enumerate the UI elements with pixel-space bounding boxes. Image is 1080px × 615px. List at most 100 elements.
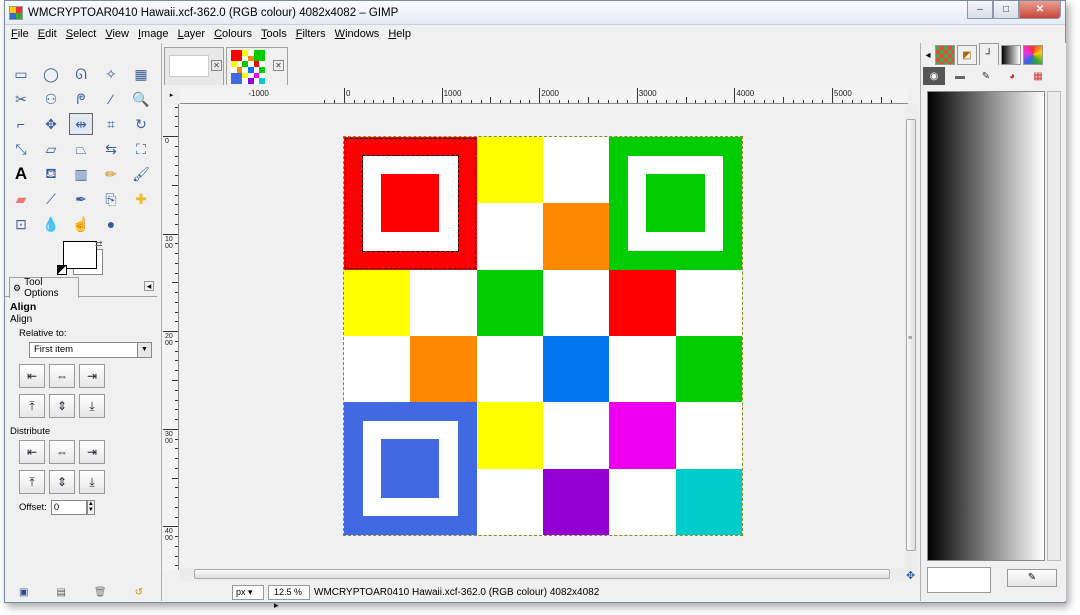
- close-tab-icon[interactable]: ✕: [211, 60, 222, 71]
- menu-windows[interactable]: Windows: [335, 28, 380, 40]
- tab-tool-options[interactable]: ⚙ Tool Options: [9, 277, 79, 299]
- align-top-edge-button[interactable]: ⤒: [19, 394, 45, 418]
- navigate-icon[interactable]: ✥: [906, 569, 915, 582]
- tool-shear-icon[interactable]: ▱: [39, 138, 63, 160]
- align-middle-vertical-button[interactable]: ⇕: [49, 394, 75, 418]
- menu-select[interactable]: Select: [66, 28, 97, 40]
- tab-colors-icon[interactable]: ◕: [1001, 67, 1023, 85]
- tool-scale-icon[interactable]: ⤡: [9, 138, 33, 160]
- image-tab-hawaii[interactable]: ✕: [226, 47, 288, 85]
- tab-gradients[interactable]: [1001, 45, 1021, 65]
- distribute-left-edges-button[interactable]: ⇤: [19, 440, 45, 464]
- offset-spinner[interactable]: ▲ ▼: [86, 500, 95, 515]
- image-canvas[interactable]: [343, 136, 743, 536]
- tool-select-by-color-icon[interactable]: ▦: [129, 63, 153, 85]
- distribute-top-edges-button[interactable]: ⤒: [19, 470, 45, 494]
- menu-view[interactable]: View: [105, 28, 129, 40]
- tool-heal-icon[interactable]: ✚: [129, 188, 153, 210]
- tool-blend-icon[interactable]: ▥: [69, 163, 93, 185]
- tool-eraser-icon[interactable]: ▰: [9, 188, 33, 210]
- tool-measure-icon[interactable]: ⌐: [9, 113, 33, 135]
- align-bottom-edge-button[interactable]: ⤓: [79, 394, 105, 418]
- offset-input[interactable]: 0: [50, 500, 87, 515]
- menu-colours[interactable]: Colours: [214, 28, 252, 40]
- tool-clone-icon[interactable]: ⎘: [99, 188, 123, 210]
- tool-scissors-icon[interactable]: ✂: [9, 88, 33, 110]
- relative-to-select[interactable]: First item ▼: [29, 342, 152, 358]
- dropdown-arrow-icon[interactable]: ▼: [137, 343, 151, 357]
- distribute-vertical-centers-button[interactable]: ⇕: [49, 470, 75, 494]
- tab-devices-icon[interactable]: ▬: [949, 67, 971, 85]
- tool-perspective-clone-icon[interactable]: ⊡: [9, 213, 33, 235]
- horizontal-scroll-thumb[interactable]: [194, 569, 890, 579]
- tool-blur-icon[interactable]: 💧: [39, 213, 63, 235]
- dock-menu-icon[interactable]: ◂: [923, 45, 933, 65]
- menu-tools[interactable]: Tools: [261, 28, 287, 40]
- tool-foreground-select-icon[interactable]: ⚇: [39, 88, 63, 110]
- quick-mask-toggle-icon[interactable]: ▸: [163, 88, 180, 104]
- foreground-color-swatch[interactable]: [63, 241, 97, 269]
- tab-menu-icon[interactable]: ◂: [144, 281, 154, 291]
- tab-brushes[interactable]: ◩: [957, 45, 977, 65]
- align-right-edge-button[interactable]: ⇥: [79, 364, 105, 388]
- tool-paths-icon[interactable]: ᖘ: [69, 88, 93, 110]
- tool-bucket-fill-icon[interactable]: ⛾: [39, 163, 63, 185]
- zoom-select[interactable]: 12.5 % ▸: [268, 584, 310, 610]
- close-button[interactable]: ✕: [1019, 1, 1061, 19]
- tool-zoom-icon[interactable]: 🔍: [129, 88, 153, 110]
- menu-filters[interactable]: Filters: [296, 28, 326, 40]
- tool-rotate-icon[interactable]: ↻: [129, 113, 153, 135]
- maximize-button[interactable]: □: [993, 1, 1019, 19]
- dock-scrollbar[interactable]: [1047, 91, 1061, 561]
- tool-rect-select-icon[interactable]: ▭: [9, 63, 33, 85]
- distribute-right-edges-button[interactable]: ⇥: [79, 440, 105, 464]
- tool-paintbrush-icon[interactable]: 🖌: [129, 163, 153, 185]
- tool-move-icon[interactable]: ✥: [39, 113, 63, 135]
- menu-file[interactable]: File: [11, 28, 29, 40]
- vertical-scroll-thumb[interactable]: ≡: [906, 119, 916, 551]
- restore-options-icon[interactable]: ▤: [56, 587, 65, 601]
- tool-crop-icon[interactable]: ⌗: [99, 113, 123, 135]
- tool-flip-icon[interactable]: ⇆: [99, 138, 123, 160]
- tool-ellipse-select-icon[interactable]: ◯: [39, 63, 63, 85]
- tab-paint-dynamics-icon[interactable]: ✎: [975, 67, 997, 85]
- minimize-button[interactable]: –: [967, 1, 993, 19]
- align-center-horizontal-button[interactable]: ⇔: [49, 364, 75, 388]
- reset-colors-icon[interactable]: [57, 265, 67, 275]
- reset-options-icon[interactable]: ↺: [135, 587, 143, 601]
- tool-fuzzy-select-icon[interactable]: ✧: [99, 63, 123, 85]
- horizontal-scrollbar[interactable]: [180, 568, 905, 581]
- tab-paths[interactable]: ┘: [979, 43, 999, 65]
- tool-align-icon[interactable]: ⇹: [69, 113, 93, 135]
- tool-text-icon[interactable]: A: [9, 163, 33, 185]
- tool-free-select-icon[interactable]: ᘏ: [69, 63, 93, 85]
- image-tab-blank[interactable]: ✕: [164, 47, 224, 85]
- tab-channels-icon[interactable]: ▦: [1027, 67, 1049, 85]
- swap-colors-icon[interactable]: ⇄: [95, 239, 103, 250]
- tab-patterns[interactable]: [935, 45, 955, 65]
- tool-ink-icon[interactable]: ✒: [69, 188, 93, 210]
- unit-select[interactable]: px ▾: [232, 584, 264, 600]
- distribute-bottom-edges-button[interactable]: ⤓: [79, 470, 105, 494]
- menu-image[interactable]: Image: [138, 28, 169, 40]
- menu-edit[interactable]: Edit: [38, 28, 57, 40]
- vertical-scrollbar[interactable]: ≡: [905, 105, 918, 570]
- tool-cage-icon[interactable]: ⛶: [129, 138, 153, 160]
- menu-help[interactable]: Help: [388, 28, 411, 40]
- tool-smudge-icon[interactable]: ☝: [69, 213, 93, 235]
- tool-perspective-icon[interactable]: ⏢: [69, 138, 93, 160]
- tool-color-picker-icon[interactable]: ⁄: [99, 88, 123, 110]
- tool-pencil-icon[interactable]: ✏: [99, 163, 123, 185]
- distribute-horizontal-centers-button[interactable]: ⇔: [49, 440, 75, 464]
- gradient-preview[interactable]: [927, 91, 1045, 561]
- align-left-edge-button[interactable]: ⇤: [19, 364, 45, 388]
- close-tab-icon[interactable]: ✕: [273, 60, 284, 71]
- save-options-icon[interactable]: ▣: [19, 587, 28, 601]
- tool-airbrush-icon[interactable]: ⟋: [39, 188, 63, 210]
- edit-button[interactable]: ✎: [1007, 569, 1057, 587]
- tool-dodge-burn-icon[interactable]: ●: [99, 213, 123, 235]
- canvas-area[interactable]: [180, 105, 897, 570]
- menu-layer[interactable]: Layer: [178, 28, 206, 40]
- tab-palettes[interactable]: [1023, 45, 1043, 65]
- delete-options-icon[interactable]: 🗑: [94, 587, 107, 601]
